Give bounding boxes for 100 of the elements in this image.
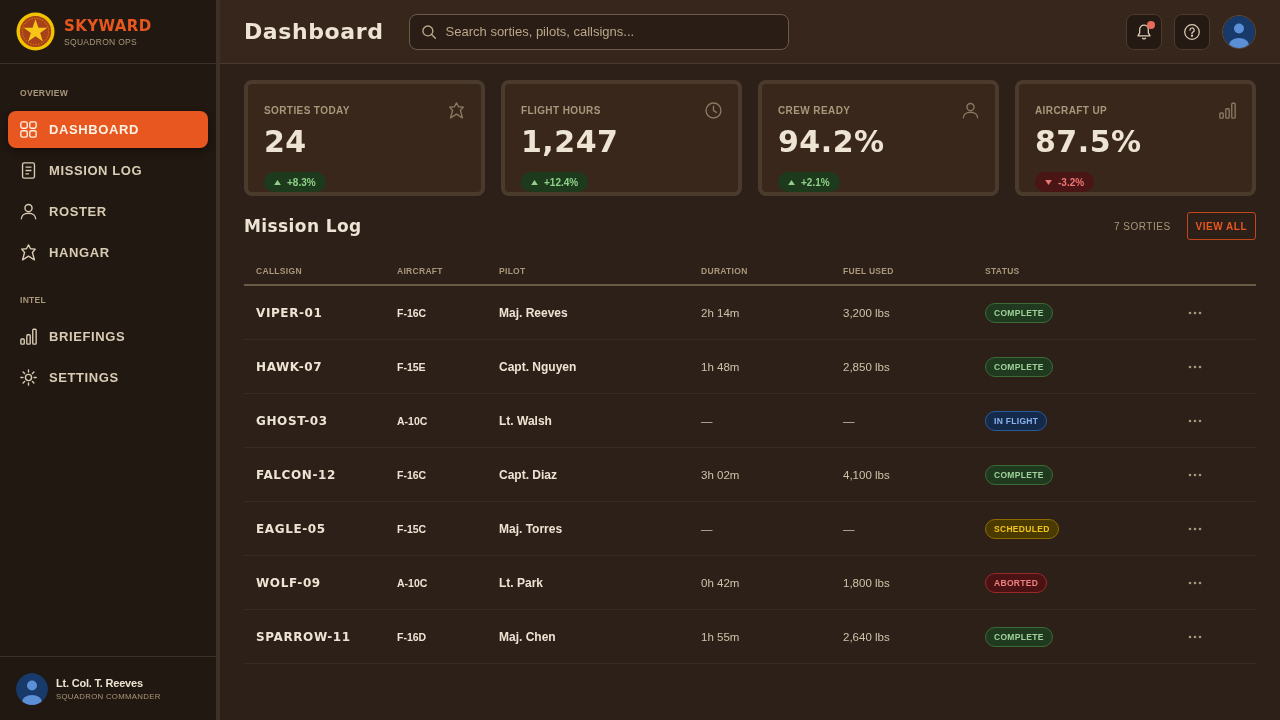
aircraft-cell: A-10C — [397, 414, 428, 427]
stat-label: AIRCRAFT UP — [1035, 104, 1108, 116]
pilot-cell: Maj. Chen — [499, 629, 556, 644]
aircraft-cell: F-16C — [397, 306, 427, 319]
person-icon — [962, 101, 979, 119]
section-title: Mission Log — [244, 216, 362, 236]
bar-chart-icon — [1219, 101, 1236, 119]
column-header: AIRCRAFT — [397, 266, 443, 276]
more-button[interactable] — [1188, 634, 1202, 639]
stat-label: SORTIES TODAY — [264, 104, 350, 116]
fuel-cell: — — [843, 522, 855, 535]
fuel-cell: 1,800 lbs — [843, 576, 890, 589]
more-button[interactable] — [1188, 364, 1202, 369]
stat-label: FLIGHT HOURS — [521, 104, 601, 116]
more-button[interactable] — [1188, 580, 1202, 585]
sortie-count: 7 SORTIES — [1114, 220, 1171, 232]
more-icon — [1188, 472, 1202, 477]
column-header: CALLSIGN — [256, 266, 302, 276]
nav-item[interactable]: SETTINGS — [8, 359, 208, 396]
more-icon — [1188, 526, 1202, 531]
aircraft-cell: A-10C — [397, 576, 428, 589]
brand-tagline: SQUADRON OPS — [64, 36, 139, 47]
status-pill: COMPLETE — [985, 464, 1053, 485]
nav-item[interactable]: MISSION LOG — [8, 152, 208, 189]
aircraft-cell: F-15C — [397, 522, 427, 535]
more-icon — [1188, 364, 1202, 369]
stat-value: 94.2% — [778, 124, 885, 160]
callsign-cell: HAWK-07 — [256, 359, 323, 374]
change-badge: -3.2% — [1035, 172, 1095, 192]
triangle-up-icon — [274, 179, 281, 185]
pilot-cell: Maj. Reeves — [499, 305, 568, 320]
column-header: FUEL USED — [843, 266, 894, 276]
section-label: OVERVIEW — [19, 88, 69, 99]
fuel-cell: 2,640 lbs — [843, 630, 890, 643]
pilot-cell: Capt. Diaz — [499, 467, 557, 482]
avatar-icon — [16, 672, 48, 705]
stat-label: CREW READY — [778, 104, 851, 116]
duration-cell: 0h 42m — [701, 576, 740, 589]
pilot-cell: Lt. Walsh — [499, 413, 552, 428]
star-emblem-icon — [16, 12, 55, 51]
callsign-cell: WOLF-09 — [256, 575, 321, 590]
callsign-cell: FALCON-12 — [256, 467, 336, 482]
stat-value: 24 — [264, 124, 307, 160]
fuel-cell: 2,850 lbs — [843, 360, 890, 373]
stat-value: 87.5% — [1035, 124, 1142, 160]
bell-icon — [1136, 23, 1152, 40]
column-header: DURATION — [701, 266, 748, 276]
change-badge: +8.3% — [264, 172, 326, 192]
duration-cell: 1h 55m — [701, 630, 740, 643]
more-button[interactable] — [1188, 418, 1202, 423]
column-header: STATUS — [985, 266, 1020, 276]
callsign-cell: EAGLE-05 — [256, 521, 326, 536]
view-all-button[interactable]: VIEW ALL — [1186, 212, 1256, 240]
triangle-up-icon — [788, 179, 795, 185]
pilot-cell: Maj. Torres — [499, 521, 563, 536]
status-pill: COMPLETE — [985, 302, 1053, 323]
help-button[interactable] — [1174, 13, 1210, 50]
aircraft-cell: F-16C — [397, 468, 427, 481]
avatar-icon[interactable] — [1223, 15, 1255, 48]
duration-cell: 3h 02m — [701, 468, 740, 481]
aircraft-cell: F-15E — [397, 360, 426, 373]
brand-name: SKYWARD — [64, 16, 152, 35]
help-icon — [1184, 23, 1200, 40]
more-icon — [1188, 418, 1202, 423]
status-pill: ABORTED — [985, 572, 1048, 593]
more-icon — [1188, 310, 1202, 315]
duration-cell: 2h 14m — [701, 306, 740, 319]
change-badge: +12.4% — [521, 172, 589, 192]
search-field[interactable]: Search sorties, pilots, callsigns... — [408, 13, 789, 50]
status-pill: COMPLETE — [985, 356, 1053, 377]
more-button[interactable] — [1188, 472, 1202, 477]
section-label: INTEL — [19, 295, 47, 306]
grid-icon — [20, 121, 37, 138]
more-icon — [1188, 634, 1202, 639]
fuel-cell: 3,200 lbs — [843, 306, 890, 319]
notifications-button[interactable] — [1126, 13, 1162, 50]
star-icon — [448, 101, 465, 119]
callsign-cell: GHOST-03 — [256, 413, 328, 428]
duration-cell: 1h 48m — [701, 360, 740, 373]
triangle-up-icon — [531, 179, 538, 185]
pilot-cell: Lt. Park — [499, 575, 543, 590]
change-badge: +2.1% — [778, 172, 840, 192]
status-pill: IN FLIGHT — [985, 410, 1048, 431]
more-button[interactable] — [1188, 310, 1202, 315]
stat-value: 1,247 — [521, 124, 619, 160]
pilot-cell: Capt. Nguyen — [499, 359, 577, 374]
status-pill: COMPLETE — [985, 626, 1053, 647]
nav-item[interactable]: BRIEFINGS — [8, 318, 208, 355]
triangle-down-icon — [1045, 179, 1052, 185]
star-icon — [20, 244, 37, 261]
search-icon — [421, 24, 436, 39]
more-button[interactable] — [1188, 526, 1202, 531]
aircraft-cell: F-16D — [397, 630, 427, 643]
more-icon — [1188, 580, 1202, 585]
status-pill: SCHEDULED — [985, 518, 1059, 539]
nav-item[interactable]: HANGAR — [8, 234, 208, 271]
duration-cell: — — [701, 522, 713, 535]
fuel-cell: 4,100 lbs — [843, 468, 890, 481]
column-header: PILOT — [499, 266, 526, 276]
nav-item[interactable]: ROSTER — [8, 193, 208, 230]
